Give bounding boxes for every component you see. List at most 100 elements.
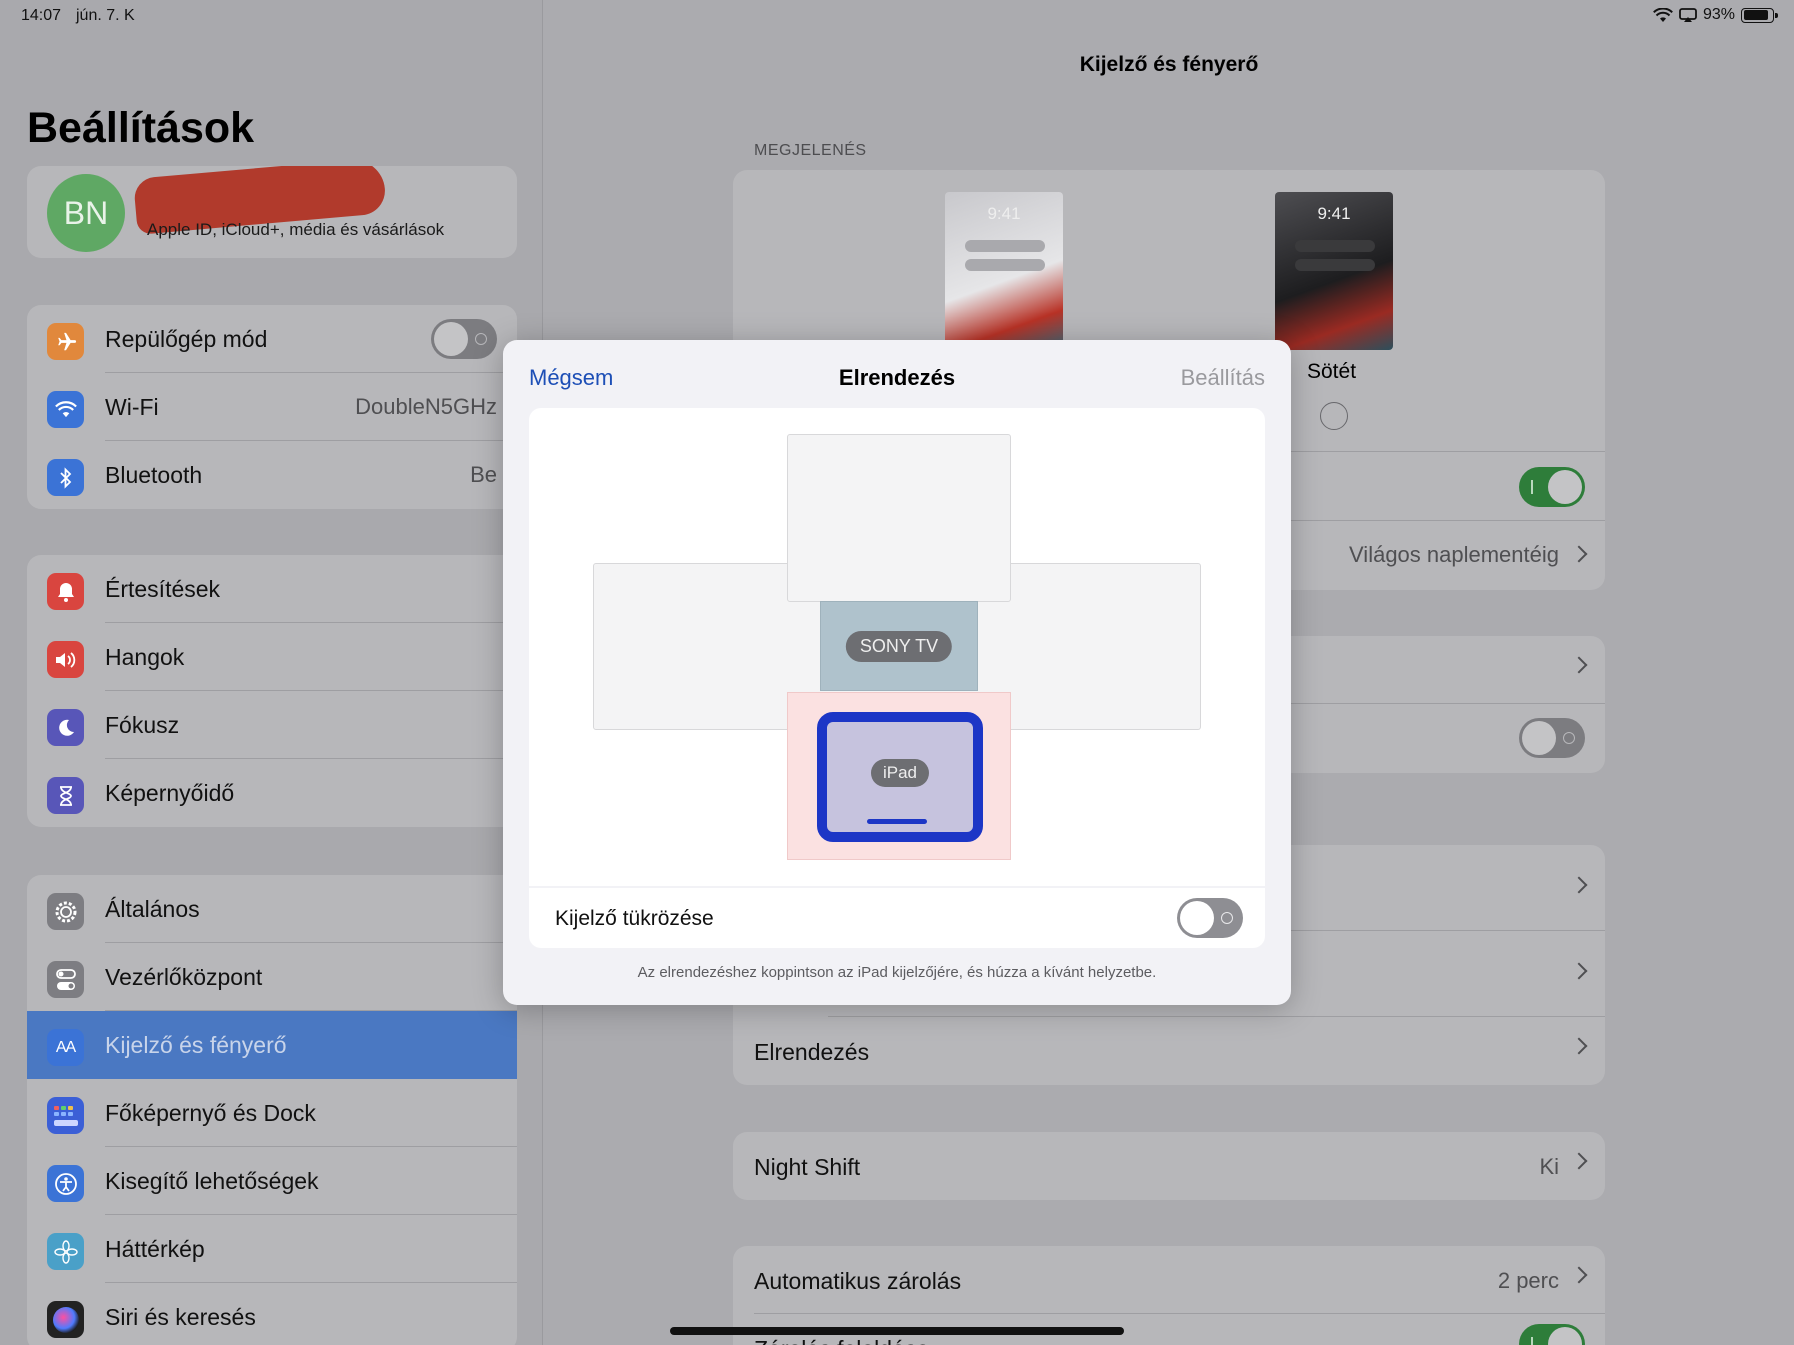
battery-icon — [1741, 7, 1778, 23]
sidebar-item-label: Fókusz — [105, 711, 180, 738]
arrangement-modal: Mégsem Elrendezés Beállítás SONY TV iPad… — [503, 340, 1291, 1005]
night-shift-group: Night Shift Ki — [733, 1132, 1605, 1200]
sidebar-item-notif-3[interactable]: Képernyőidő — [27, 759, 517, 827]
sidebar-item-notif-2[interactable]: Fókusz — [27, 691, 517, 759]
sidebar-item-label: Értesítések — [105, 575, 221, 602]
sidebar-item-gen-1[interactable]: Vezérlőközpont — [27, 943, 517, 1011]
status-date: jún. 7. K — [76, 7, 135, 24]
notifications-group: Értesítések Hangok Fókusz Képernyőidő — [27, 555, 517, 827]
auto-lock-row[interactable]: Automatikus zárolás 2 perc — [733, 1246, 1605, 1314]
sidebar-item-value: DoubleN5GHz — [355, 394, 497, 419]
arrangement-canvas: SONY TV iPad — [529, 408, 1265, 886]
sidebar-item-label: Wi-Fi — [105, 393, 159, 420]
sidebar-title: Beállítások — [27, 104, 255, 152]
layout-row-label: Elrendezés — [754, 1039, 870, 1065]
unlock-toggle[interactable] — [1519, 1324, 1585, 1345]
mirror-row: Kijelző tükrözése — [529, 888, 1265, 948]
sidebar-item-gen-3[interactable]: Főképernyő és Dock — [27, 1079, 517, 1147]
dark-mode-preview[interactable]: 9:41 — [1275, 192, 1393, 350]
profile-subtitle: Apple ID, iCloud+, média és vásárlások — [147, 220, 445, 239]
night-shift-row[interactable]: Night Shift Ki — [733, 1132, 1605, 1200]
accessibility-icon — [47, 1165, 84, 1202]
sidebar-item-label: Repülőgép mód — [105, 325, 268, 352]
bluetooth-icon — [47, 459, 84, 496]
status-right: 93% — [1653, 6, 1778, 24]
ipad-label: iPad — [870, 759, 930, 787]
modal-hint: Az elrendezéshez koppintson az iPad kije… — [637, 964, 1157, 981]
status-time: 14:07 — [21, 7, 62, 24]
speaker-icon — [47, 641, 84, 678]
appearance-header: MEGJELENÉS — [754, 142, 867, 159]
chevron-right-icon — [1570, 1037, 1588, 1055]
bell-icon — [47, 573, 84, 610]
sidebar-item-notif-0[interactable]: Értesítések — [27, 555, 517, 623]
sidebar-item-label: Háttérkép — [105, 1235, 205, 1262]
mirror-toggle[interactable] — [1177, 898, 1243, 938]
sidebar-item-conn-0[interactable]: Repülőgép mód — [27, 305, 517, 373]
sidebar-item-value: Be — [470, 462, 497, 487]
sidebar-item-gen-2[interactable]: AA Kijelző és fényerő — [27, 1011, 517, 1079]
bold-text-toggle[interactable] — [1519, 718, 1585, 758]
detail-title: Kijelző és fényerő — [1079, 53, 1259, 76]
connectivity-group: Repülőgép mód Wi-Fi DoubleN5GHz Bluetooth Be — [27, 305, 517, 509]
sidebar-item-gen-0[interactable]: Általános — [27, 875, 517, 943]
auto-options-value[interactable]: Világos naplementéig — [1349, 542, 1559, 568]
drop-slot-top — [787, 434, 1011, 602]
sidebar-item-gen-4[interactable]: Kisegítő lehetőségek — [27, 1147, 517, 1215]
siri-icon — [47, 1301, 84, 1338]
modal-title: Elrendezés — [838, 365, 956, 390]
text-size-icon: AA — [47, 1029, 84, 1066]
switches-icon — [47, 961, 84, 998]
sidebar-item-label: Vezérlőközpont — [105, 963, 263, 990]
airplane-mode-toggle[interactable] — [431, 319, 497, 359]
flower-icon — [47, 1233, 84, 1270]
gear-icon — [47, 893, 84, 930]
sidebar-item-label: Bluetooth — [105, 461, 203, 488]
profile-card[interactable]: BN Apple ID, iCloud+, média és vásárláso… — [27, 166, 517, 258]
screen-mirroring-icon — [1679, 7, 1697, 22]
avatar: BN — [47, 174, 125, 252]
grid-icon — [47, 1097, 84, 1134]
hourglass-icon — [47, 777, 84, 814]
sidebar: Beállítások BN Apple ID, iCloud+, média … — [0, 0, 543, 1345]
chevron-right-icon — [1570, 545, 1588, 563]
night-shift-label: Night Shift — [754, 1154, 861, 1180]
light-mode-preview[interactable]: 9:41 — [945, 192, 1063, 350]
ipad-display[interactable]: iPad — [817, 712, 983, 842]
sidebar-item-label: Főképernyő és Dock — [105, 1099, 316, 1126]
sidebar-item-conn-2[interactable]: Bluetooth Be — [27, 441, 517, 509]
airplane-icon — [47, 323, 84, 360]
sidebar-item-gen-5[interactable]: Háttérkép — [27, 1215, 517, 1283]
sony-tv-display: SONY TV — [820, 601, 978, 691]
dark-preview-time: 9:41 — [1317, 204, 1351, 223]
layout-row[interactable]: Elrendezés — [733, 1017, 1605, 1085]
dark-mode-label: Sötét — [1307, 360, 1357, 383]
sidebar-item-gen-6[interactable]: Siri és keresés — [27, 1283, 517, 1345]
sidebar-item-conn-1[interactable]: Wi-Fi DoubleN5GHz — [27, 373, 517, 441]
sidebar-item-label: Kisegítő lehetőségek — [105, 1167, 319, 1194]
dark-mode-radio[interactable] — [1320, 402, 1348, 430]
auto-lock-label: Automatikus zárolás — [754, 1268, 962, 1294]
general-group: Általános Vezérlőközpont AA Kijelző és fény… — [27, 875, 517, 1345]
wifi-icon — [47, 391, 84, 428]
chevron-right-icon — [1570, 1152, 1588, 1170]
apply-button[interactable]: Beállítás — [1181, 365, 1265, 391]
sony-tv-label: SONY TV — [845, 631, 953, 662]
ipad-drop-area: iPad — [787, 692, 1011, 860]
sidebar-item-label: Hangok — [105, 643, 185, 670]
wifi-status-icon — [1653, 7, 1673, 22]
status-bar: 14:07 jún. 7. K 93% — [0, 0, 1794, 30]
sidebar-item-label: Általános — [105, 895, 200, 922]
sidebar-item-label: Siri és keresés — [105, 1303, 256, 1330]
auto-lock-value: 2 perc — [1497, 1268, 1559, 1293]
chevron-right-icon — [1570, 1266, 1588, 1284]
home-indicator[interactable] — [670, 1327, 1124, 1335]
moon-icon — [47, 709, 84, 746]
unlock-label: Zárolás feloldása — [754, 1336, 929, 1345]
sidebar-item-notif-1[interactable]: Hangok — [27, 623, 517, 691]
night-shift-value: Ki — [1539, 1154, 1559, 1179]
light-preview-time: 9:41 — [987, 204, 1021, 223]
mirror-label: Kijelző tükrözése — [555, 907, 714, 930]
automatic-toggle[interactable] — [1519, 467, 1585, 507]
sidebar-item-label: Képernyőidő — [105, 779, 235, 806]
